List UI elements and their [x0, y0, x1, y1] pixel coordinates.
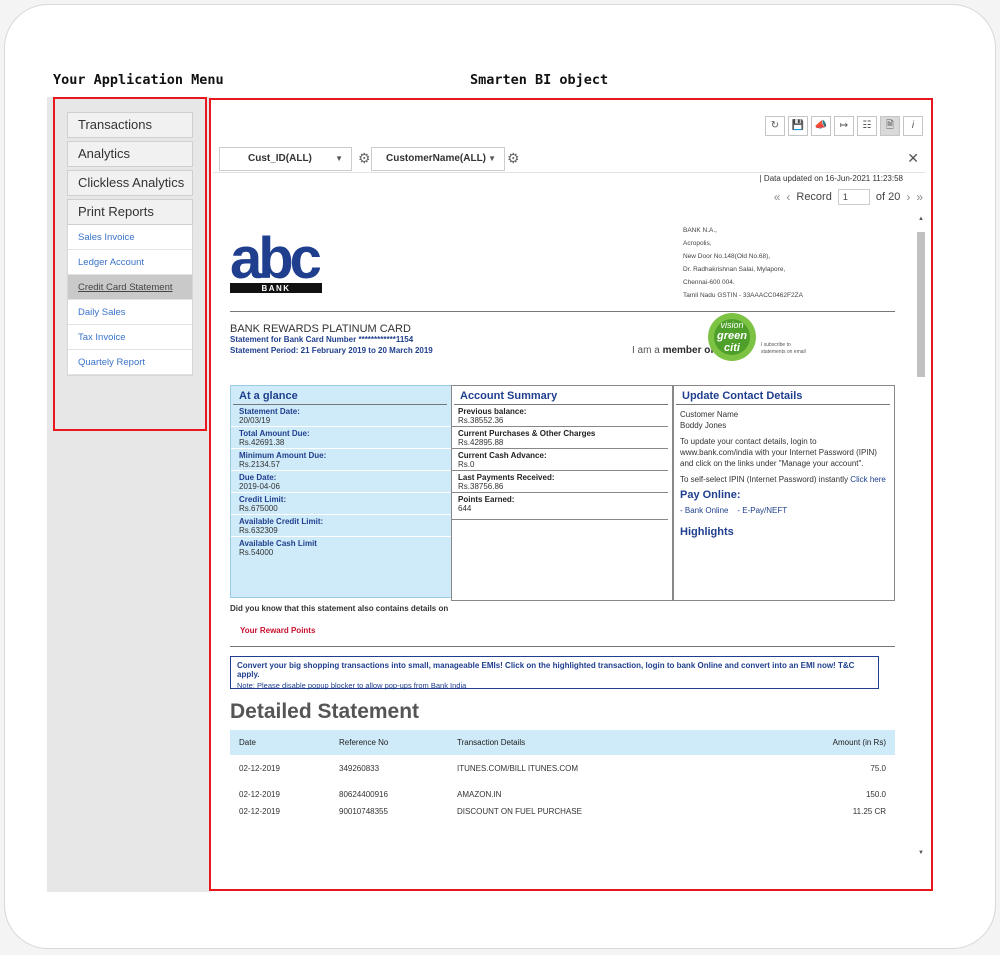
- bi-object-highlight-box: [209, 98, 933, 891]
- bi-object-caption: Smarten BI object: [470, 72, 609, 88]
- menu-highlight-box: [53, 97, 207, 431]
- menu-caption: Your Application Menu: [53, 72, 224, 88]
